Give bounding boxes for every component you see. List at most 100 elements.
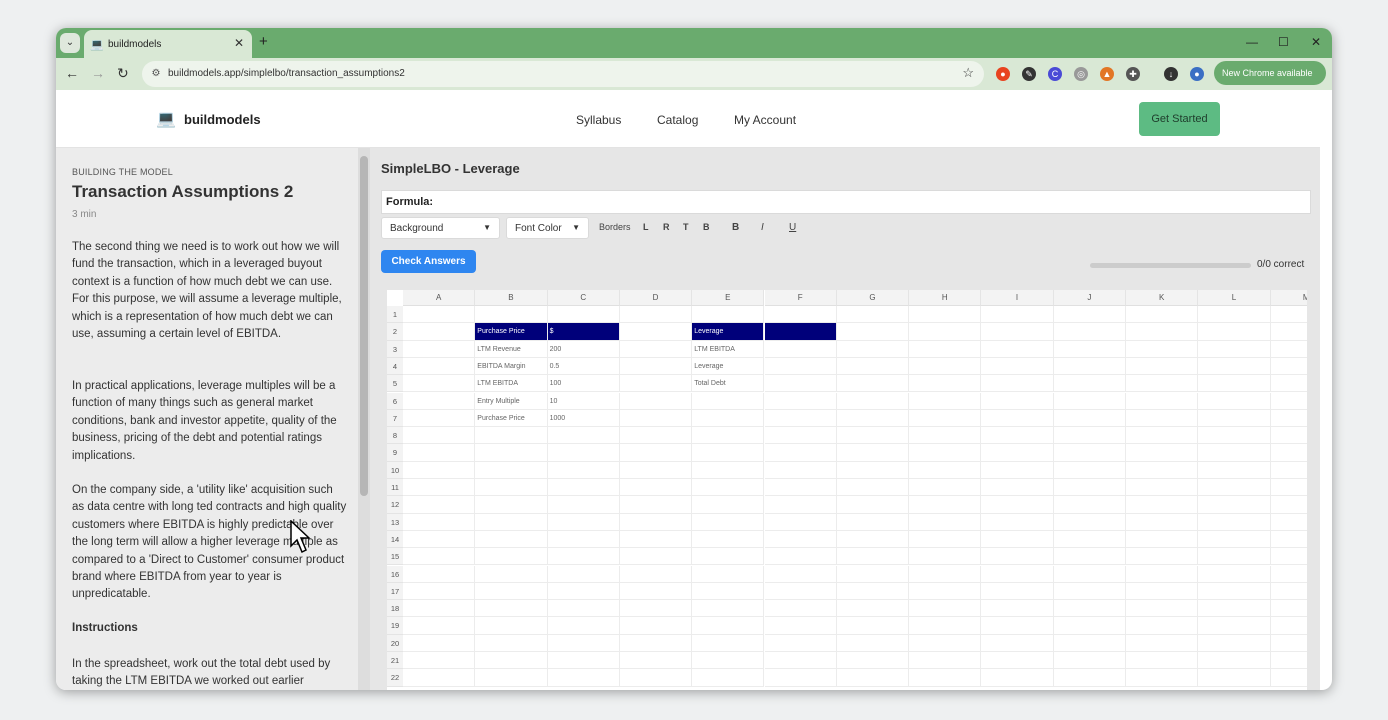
row-header-15[interactable]: 15 [387,548,403,566]
cell-i2[interactable] [981,323,1054,341]
cell-h5[interactable] [909,375,982,393]
cell-k18[interactable] [1126,600,1199,618]
cell-m12[interactable] [1270,496,1307,514]
computer-logo-icon[interactable]: 💻 [156,109,176,129]
cell-b6[interactable]: Entry Multiple [475,392,548,410]
tab-search-icon[interactable]: ⌄ [60,33,80,53]
cell-d19[interactable] [619,617,693,635]
cell-a21[interactable] [403,652,476,670]
column-header-d[interactable]: D [619,290,693,306]
column-header-e[interactable]: E [692,290,765,306]
cell-j20[interactable] [1053,634,1126,652]
cell-a9[interactable] [403,444,476,462]
bold-button[interactable]: B [732,222,739,233]
cell-d4[interactable] [619,357,693,376]
cell-c8[interactable] [547,427,620,445]
cell-m19[interactable] [1270,617,1307,635]
border-right-button[interactable]: R [663,222,670,232]
cell-m2[interactable] [1270,323,1307,341]
cell-k3[interactable] [1126,340,1199,358]
cell-e1[interactable] [692,306,765,324]
cell-i10[interactable] [981,461,1054,479]
cell-k4[interactable] [1126,357,1199,376]
cell-d7[interactable] [619,409,693,428]
cell-j13[interactable] [1053,513,1126,531]
cell-i17[interactable] [981,582,1054,601]
cell-k22[interactable] [1126,669,1199,687]
cell-k13[interactable] [1126,513,1199,531]
cell-d18[interactable] [619,600,693,618]
cell-j2[interactable] [1053,323,1126,341]
cell-d5[interactable] [619,375,693,393]
cell-m18[interactable] [1270,600,1307,618]
cell-e10[interactable] [692,461,765,479]
cell-c12[interactable] [547,496,620,514]
cell-h10[interactable] [909,461,982,479]
extension-c-icon[interactable]: C [1048,67,1062,81]
cell-e9[interactable] [692,444,765,462]
cell-d17[interactable] [619,582,693,601]
cell-e12[interactable] [692,496,765,514]
nav-syllabus[interactable]: Syllabus [576,113,621,127]
cell-f4[interactable] [764,357,837,376]
cell-i6[interactable] [981,392,1054,410]
cell-d6[interactable] [619,392,693,410]
cell-e15[interactable] [692,548,765,566]
cell-j9[interactable] [1053,444,1126,462]
cell-k6[interactable] [1126,392,1199,410]
cell-c6[interactable]: 10 [547,392,620,410]
cell-a13[interactable] [403,513,476,531]
cell-i19[interactable] [981,617,1054,635]
cell-e20[interactable] [692,634,765,652]
cell-h16[interactable] [909,565,982,583]
column-header-f[interactable]: F [764,290,837,306]
row-header-10[interactable]: 10 [387,461,403,479]
cell-l3[interactable] [1198,340,1271,358]
cell-j3[interactable] [1053,340,1126,358]
cell-e8[interactable] [692,427,765,445]
cell-i4[interactable] [981,357,1054,376]
cell-m15[interactable] [1270,548,1307,566]
font-color-dropdown[interactable]: Font Color ▼ [506,217,589,239]
cell-b12[interactable] [475,496,548,514]
cell-i20[interactable] [981,634,1054,652]
row-header-2[interactable]: 2 [387,323,403,341]
cell-h17[interactable] [909,582,982,601]
cell-b5[interactable]: LTM EBITDA [475,375,548,393]
border-top-button[interactable]: T [683,222,689,232]
cell-f15[interactable] [764,548,837,566]
cell-i22[interactable] [981,669,1054,687]
cell-e5[interactable]: Total Debt [692,375,765,393]
cell-g7[interactable] [836,409,910,428]
column-header-j[interactable]: J [1053,290,1126,306]
cell-h6[interactable] [909,392,982,410]
cell-d12[interactable] [619,496,693,514]
cell-c15[interactable] [547,548,620,566]
cell-i16[interactable] [981,565,1054,583]
cell-e11[interactable] [692,479,765,497]
cell-f21[interactable] [764,652,837,670]
cell-j19[interactable] [1053,617,1126,635]
cell-a14[interactable] [403,530,476,549]
cell-k2[interactable] [1126,323,1199,341]
cell-b14[interactable] [475,530,548,549]
cell-f12[interactable] [764,496,837,514]
cell-i9[interactable] [981,444,1054,462]
column-header-b[interactable]: B [475,290,548,306]
address-bar[interactable]: ⚙ buildmodels.app/simplelbo/transaction_… [142,61,984,87]
cell-c13[interactable] [547,513,620,531]
nav-my-account[interactable]: My Account [734,113,796,127]
cell-a16[interactable] [403,565,476,583]
cell-h12[interactable] [909,496,982,514]
cell-f9[interactable] [764,444,837,462]
cell-l2[interactable] [1198,323,1271,341]
row-header-8[interactable]: 8 [387,427,403,445]
cell-l19[interactable] [1198,617,1271,635]
cell-i7[interactable] [981,409,1054,428]
underline-button[interactable]: U [789,222,796,233]
cell-h3[interactable] [909,340,982,358]
cell-d15[interactable] [619,548,693,566]
cell-f17[interactable] [764,582,837,601]
cell-m17[interactable] [1270,583,1307,601]
cell-l12[interactable] [1198,496,1271,514]
